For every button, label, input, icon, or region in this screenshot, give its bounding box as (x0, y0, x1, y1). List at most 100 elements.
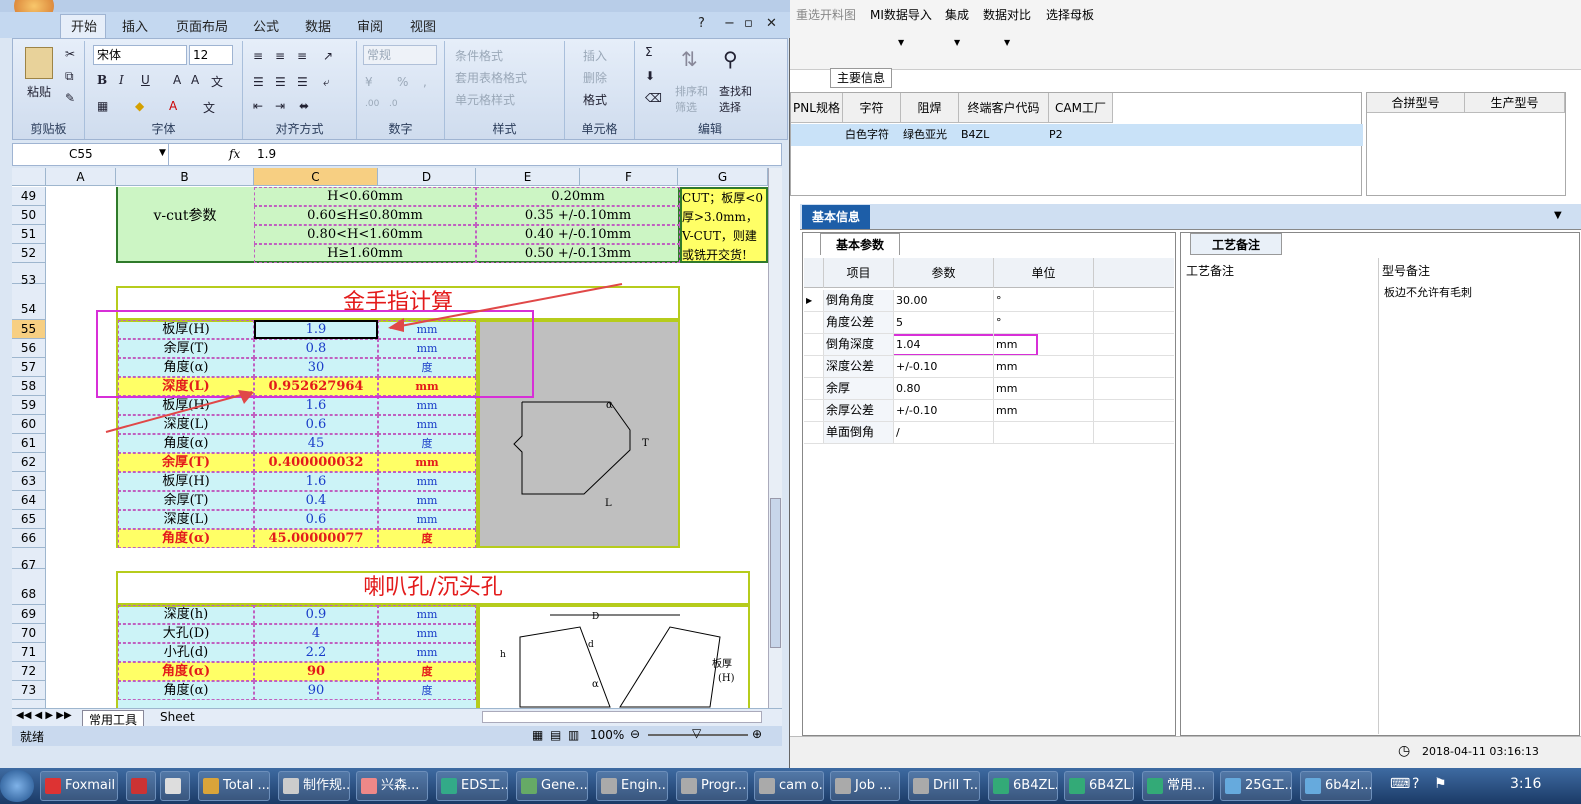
column-header-param[interactable]: 参数 (894, 258, 994, 288)
align-bottom-icon[interactable]: ≡ (297, 49, 307, 63)
vertical-scrollbar[interactable] (768, 168, 782, 708)
currency-icon[interactable]: ¥ (365, 75, 373, 89)
wrap-text-icon[interactable]: ⤶ (323, 75, 330, 90)
row-header[interactable]: 52 (12, 244, 46, 263)
decrease-decimal-icon[interactable]: .0 (389, 99, 398, 109)
gold-param-value[interactable]: 45 (254, 434, 378, 453)
row-header[interactable]: 54 (12, 284, 46, 320)
column-header[interactable]: G (678, 168, 768, 186)
row-header[interactable] (12, 700, 46, 708)
dropdown-arrow-icon[interactable]: ▼ (1554, 210, 1562, 221)
hole-param-value[interactable]: 4 (254, 624, 378, 643)
toolbar-item-integrate[interactable]: 集成 (945, 6, 969, 23)
row-header[interactable]: 60 (12, 415, 46, 434)
close-icon[interactable]: ✕ (766, 16, 777, 31)
tab-basic-info[interactable]: 基本信息 (802, 205, 870, 229)
chevron-down-icon[interactable]: ▼ (159, 148, 166, 158)
row-header[interactable]: 55 (12, 320, 46, 339)
gold-param-value[interactable]: 0.6 (254, 510, 378, 529)
conditional-format-button[interactable]: 条件格式 (455, 47, 503, 64)
normal-view-icon[interactable]: ▦ (532, 728, 543, 742)
column-header[interactable]: C (254, 168, 378, 186)
row-pointer-icon[interactable]: ▶ (804, 290, 824, 311)
taskbar-item[interactable]: 常用... (1142, 771, 1214, 801)
insert-button[interactable]: 插入 (583, 47, 607, 64)
hole-param-value[interactable]: 0.9 (254, 605, 378, 624)
column-header[interactable]: A (46, 168, 116, 186)
gold-param-value[interactable]: 1.6 (254, 396, 378, 415)
page-layout-view-icon[interactable]: ▤ (550, 728, 561, 742)
taskbar-item[interactable]: Foxmail (40, 771, 118, 801)
column-header[interactable]: CAM工厂 (1049, 93, 1113, 123)
comma-icon[interactable]: , (423, 75, 427, 89)
tab-page-layout[interactable]: 页面布局 (176, 16, 228, 35)
row-header[interactable]: 72 (12, 662, 46, 681)
tab-review[interactable]: 审阅 (357, 16, 383, 35)
font-color-icon[interactable]: A (169, 99, 177, 113)
align-right-icon[interactable]: ☰ (297, 75, 308, 89)
formula-input[interactable]: 1.9 (257, 147, 276, 161)
tab-process-notes[interactable]: 工艺备注 (1190, 233, 1282, 255)
zoom-out-icon[interactable]: ⊖ (630, 727, 640, 741)
paste-icon[interactable] (25, 47, 53, 79)
format-as-table-button[interactable]: 套用表格格式 (455, 69, 527, 86)
column-header[interactable]: D (378, 168, 476, 186)
cut-icon[interactable]: ✂ (65, 47, 75, 61)
font-size-select[interactable]: 12 (189, 45, 233, 65)
align-left-icon[interactable]: ☰ (253, 75, 264, 89)
row-selector[interactable] (804, 422, 824, 443)
minimize-icon[interactable]: − (724, 16, 735, 31)
taskbar-item[interactable]: Drill T... (908, 771, 980, 801)
tab-home[interactable]: 开始 (71, 16, 97, 35)
taskbar-item[interactable]: 兴森... (356, 771, 428, 801)
percent-icon[interactable]: % (397, 75, 408, 89)
row-header[interactable]: 58 (12, 377, 46, 396)
row-header[interactable]: 56 (12, 339, 46, 358)
column-header[interactable]: B (116, 168, 254, 186)
zoom-level[interactable]: 100% (590, 728, 624, 742)
column-header[interactable]: PNL规格 (791, 93, 843, 123)
gold-param-value[interactable]: 1.6 (254, 472, 378, 491)
row-selector[interactable] (804, 400, 824, 421)
taskbar-item[interactable] (160, 771, 190, 801)
column-header[interactable]: 生产型号 (1465, 93, 1565, 113)
worksheet-grid[interactable]: A B C D E F G 49 50 51 52 53 54 55 56 57 58 59 60 61 62 63 64 6… (12, 168, 768, 708)
tab-formulas[interactable]: 公式 (253, 16, 279, 35)
taskbar-item[interactable] (126, 771, 156, 801)
row-header[interactable]: 73 (12, 681, 46, 700)
row-header[interactable]: 70 (12, 624, 46, 643)
tab-insert[interactable]: 插入 (122, 16, 148, 35)
column-header[interactable]: 合拼型号 (1367, 93, 1465, 113)
row-selector[interactable] (804, 378, 824, 399)
row-selector[interactable] (804, 312, 824, 333)
row-header[interactable]: 69 (12, 605, 46, 624)
gold-param-value[interactable]: 0.6 (254, 415, 378, 434)
params-value[interactable]: 5 (894, 312, 994, 333)
delete-button[interactable]: 删除 (583, 69, 607, 86)
params-row[interactable]: ▶ 倒角角度 30.00 ° (804, 290, 1174, 312)
sheet-nav-icon[interactable]: ◀◀ ◀ ▶ ▶▶ (16, 710, 72, 721)
toolbar-item-reselect[interactable]: 重选开料图 (796, 6, 856, 23)
row-header[interactable]: 61 (12, 434, 46, 453)
params-value[interactable]: 0.80 (894, 378, 994, 399)
params-row[interactable]: 角度公差 5 ° (804, 312, 1174, 334)
row-header[interactable]: 68 (12, 569, 46, 605)
taskbar-item[interactable]: Engin... (596, 771, 668, 801)
taskbar-item[interactable]: Gene... (516, 771, 588, 801)
fill-color-icon[interactable]: ◆ (135, 99, 144, 113)
cell-styles-button[interactable]: 单元格样式 (455, 91, 515, 108)
help-icon[interactable]: ? (698, 16, 705, 31)
start-button[interactable] (0, 770, 34, 802)
gold-param-value[interactable]: 0.4 (254, 491, 378, 510)
taskbar-item[interactable]: EDS工... (436, 771, 508, 801)
column-header[interactable]: E (476, 168, 580, 186)
format-button[interactable]: 格式 (583, 91, 607, 108)
taskbar-item[interactable]: 6B4ZL... (1064, 771, 1134, 801)
taskbar-item[interactable]: cam o... (754, 771, 824, 801)
row-header[interactable]: 59 (12, 396, 46, 415)
decrease-indent-icon[interactable]: ⇤ (253, 99, 263, 113)
page-break-view-icon[interactable]: ▥ (568, 728, 579, 742)
hole-param-value[interactable]: 90 (254, 681, 378, 700)
align-middle-icon[interactable]: ≡ (275, 49, 285, 63)
underline-icon[interactable]: U (141, 73, 150, 87)
